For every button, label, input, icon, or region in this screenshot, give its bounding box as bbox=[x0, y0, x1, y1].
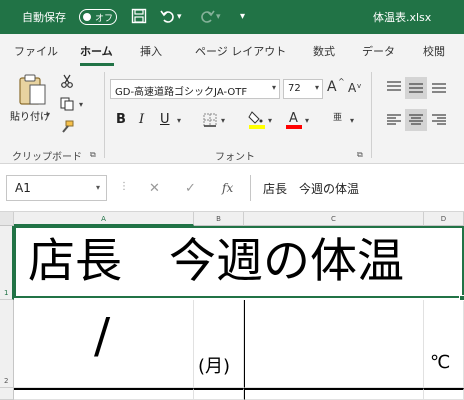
autosave-toggle[interactable]: オフ bbox=[79, 9, 117, 25]
fill-handle[interactable] bbox=[459, 295, 464, 301]
align-right-icon[interactable] bbox=[429, 110, 449, 130]
cancel-icon: ✕ bbox=[149, 181, 160, 196]
font-size-select[interactable]: 72 ▾ bbox=[283, 79, 323, 99]
font-color-icon[interactable]: A bbox=[284, 109, 304, 129]
phonetic-dropdown-icon[interactable]: ▾ bbox=[350, 116, 354, 125]
redo-icon bbox=[199, 8, 215, 29]
row-header-3[interactable] bbox=[0, 388, 14, 400]
tab-page-layout[interactable]: ページ レイアウト bbox=[195, 43, 286, 59]
file-name: 体温表.xlsx bbox=[373, 11, 432, 24]
cut-icon[interactable] bbox=[58, 72, 76, 90]
ribbon-tabs: ファイル ホーム 挿入 ページ レイアウト 数式 データ 校閲 bbox=[0, 34, 464, 68]
shrink-font-button[interactable]: A bbox=[348, 81, 356, 95]
underline-button[interactable]: U bbox=[160, 112, 170, 127]
cell-d3[interactable] bbox=[424, 388, 464, 400]
formula-input[interactable]: 店長 今週の体温 bbox=[250, 175, 464, 201]
undo-icon[interactable] bbox=[160, 8, 176, 29]
cell-a2-text: / bbox=[94, 308, 111, 364]
italic-button[interactable]: I bbox=[139, 112, 144, 127]
column-header-a[interactable]: A bbox=[14, 212, 194, 226]
cell-a2[interactable]: / bbox=[14, 300, 194, 388]
font-launcher-icon[interactable]: ⧉ bbox=[357, 150, 363, 160]
bold-button[interactable]: B bbox=[116, 112, 126, 127]
title-bar: 自動保存 オフ ▾ ▾ ▾ 体温表.xlsx bbox=[0, 0, 464, 34]
tab-file[interactable]: ファイル bbox=[14, 43, 58, 59]
borders-dropdown-icon[interactable]: ▾ bbox=[221, 116, 225, 125]
row-header-1[interactable]: 1 bbox=[0, 226, 14, 300]
tab-formulas[interactable]: 数式 bbox=[313, 43, 335, 59]
column-header-b[interactable]: B bbox=[194, 212, 244, 226]
undo-dropdown-icon[interactable]: ▾ bbox=[177, 8, 182, 26]
shrink-font-icon: v bbox=[357, 82, 362, 90]
align-bottom-icon[interactable] bbox=[429, 77, 449, 97]
grow-font-icon: ^ bbox=[338, 77, 345, 86]
font-color-dropdown-icon[interactable]: ▾ bbox=[305, 116, 309, 125]
underline-dropdown-icon[interactable]: ▾ bbox=[177, 116, 181, 125]
cell-b2[interactable]: (月) bbox=[194, 300, 244, 388]
insert-function-button[interactable]: fx bbox=[222, 181, 233, 195]
cell-d2[interactable]: ℃ bbox=[424, 300, 464, 388]
customize-icon[interactable]: ▾ bbox=[240, 8, 245, 26]
clipboard-group-label: クリップボード bbox=[12, 152, 82, 163]
borders-icon[interactable] bbox=[201, 111, 219, 129]
enter-icon: ✓ bbox=[185, 181, 196, 196]
row-number: 2 bbox=[4, 377, 9, 385]
phonetic-button[interactable]: 亜 bbox=[333, 110, 342, 123]
font-size-value: 72 bbox=[288, 83, 301, 94]
select-all-button[interactable] bbox=[0, 212, 14, 226]
cell-d2-text: ℃ bbox=[430, 352, 451, 373]
autosave-label: 自動保存 bbox=[22, 11, 66, 24]
chevron-down-icon: ▾ bbox=[314, 83, 319, 92]
active-tab-indicator bbox=[80, 63, 114, 66]
tab-home[interactable]: ホーム bbox=[80, 43, 113, 59]
font-family-select[interactable]: GD-高速道路ゴシックJA-OTF ▾ bbox=[110, 79, 280, 99]
font-group-label: フォント bbox=[215, 152, 255, 163]
tab-insert[interactable]: 挿入 bbox=[140, 43, 162, 59]
row-header-2[interactable]: 2 bbox=[0, 300, 14, 388]
name-box[interactable]: A1 ▾ bbox=[6, 175, 107, 201]
group-divider bbox=[104, 72, 105, 158]
toggle-knob bbox=[83, 13, 91, 21]
align-left-icon[interactable] bbox=[384, 110, 404, 130]
fill-color-icon[interactable] bbox=[247, 109, 267, 129]
cell-a3[interactable] bbox=[14, 388, 194, 400]
format-painter-icon[interactable] bbox=[58, 118, 76, 136]
copy-icon[interactable] bbox=[58, 95, 76, 113]
chevron-down-icon: ▾ bbox=[271, 83, 276, 92]
font-family-value: GD-高速道路ゴシックJA-OTF bbox=[115, 87, 248, 98]
paste-icon[interactable] bbox=[14, 72, 50, 108]
copy-dropdown-icon[interactable]: ▾ bbox=[79, 100, 83, 109]
grow-font-button[interactable]: A bbox=[327, 79, 337, 95]
group-divider bbox=[371, 72, 372, 158]
toggle-label: オフ bbox=[95, 14, 114, 24]
cell-c2[interactable] bbox=[244, 300, 424, 388]
cell-a1-selected[interactable]: 店長 今週の体温 bbox=[14, 226, 464, 298]
redo-dropdown-icon: ▾ bbox=[216, 12, 221, 22]
fill-color-dropdown-icon[interactable]: ▾ bbox=[268, 116, 272, 125]
column-header-d[interactable]: D bbox=[424, 212, 464, 226]
chevron-down-icon: ▾ bbox=[95, 183, 100, 192]
align-middle-icon[interactable] bbox=[405, 77, 427, 99]
paste-label[interactable]: 貼り付け bbox=[10, 108, 50, 123]
name-box-value: A1 bbox=[15, 181, 31, 195]
clipboard-launcher-icon[interactable]: ⧉ bbox=[90, 150, 96, 160]
cell-b2-text: (月) bbox=[198, 356, 231, 377]
paste-dropdown-icon[interactable]: ▾ bbox=[46, 110, 50, 119]
tab-review[interactable]: 校閲 bbox=[423, 43, 445, 59]
column-header-c[interactable]: C bbox=[244, 212, 424, 226]
cell-c3[interactable] bbox=[244, 388, 424, 400]
save-icon[interactable] bbox=[131, 8, 147, 29]
more-options-icon: ⋮ bbox=[119, 181, 129, 192]
align-top-icon[interactable] bbox=[384, 77, 404, 97]
svg-text:A: A bbox=[289, 111, 298, 126]
align-center-icon[interactable] bbox=[405, 109, 427, 131]
tab-data[interactable]: データ bbox=[362, 43, 395, 59]
cell-b3[interactable] bbox=[194, 388, 244, 400]
row-number: 1 bbox=[4, 289, 9, 297]
ribbon: 貼り付け ▾ ▾ クリップボード ⧉ GD-高速道路ゴシックJA-OTF ▾ 7… bbox=[0, 68, 464, 164]
